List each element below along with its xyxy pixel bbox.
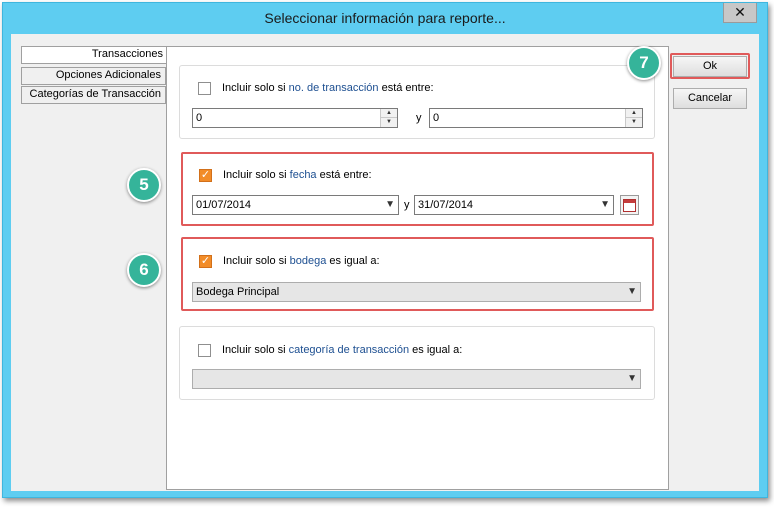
category-select[interactable]: ▼	[192, 369, 641, 389]
calendar-button[interactable]	[620, 195, 639, 215]
spin-arrows-icon[interactable]: ▲ ▼	[380, 109, 397, 127]
transaction-number-checkbox[interactable]	[198, 82, 211, 95]
callout-badge-5: 5	[127, 168, 161, 202]
transaction-from-value: 0	[196, 112, 203, 124]
date-to-value: 31/07/2014	[418, 199, 474, 211]
transaction-from-stepper[interactable]: 0 ▲ ▼	[192, 108, 398, 128]
transaction-conjunction: y	[416, 112, 422, 124]
transaction-number-label: Incluir solo si no. de transacción está …	[222, 82, 434, 94]
category-group: Incluir solo si categoría de transacción…	[179, 326, 655, 400]
spin-arrows-icon[interactable]: ▲ ▼	[625, 109, 642, 127]
transaction-number-group: Incluir solo si no. de transacción está …	[179, 65, 655, 139]
transaction-to-value: 0	[433, 112, 440, 124]
ok-button[interactable]: Ok	[673, 56, 747, 77]
date-checkbox[interactable]: ✓	[199, 169, 212, 182]
category-label: Incluir solo si categoría de transacción…	[222, 344, 463, 356]
tab-categorias-transaccion[interactable]: Categorías de Transacción	[21, 86, 166, 104]
date-conjunction: y	[404, 199, 410, 211]
calendar-icon	[623, 198, 636, 212]
warehouse-select[interactable]: Bodega Principal ▼	[192, 282, 641, 302]
cancel-button[interactable]: Cancelar	[673, 88, 747, 109]
chevron-down-icon[interactable]: ▼	[600, 199, 610, 210]
transacciones-panel: Incluir solo si no. de transacción está …	[166, 46, 669, 490]
warehouse-label: Incluir solo si bodega es igual a:	[223, 255, 380, 267]
dialog-body: Transacciones Opciones Adicionales Categ…	[11, 34, 759, 491]
warehouse-group: ✓ Incluir solo si bodega es igual a: Bod…	[181, 237, 654, 311]
date-to-picker[interactable]: 31/07/2014 ▼	[414, 195, 614, 215]
check-icon: ✓	[200, 169, 211, 181]
warehouse-checkbox[interactable]: ✓	[199, 255, 212, 268]
chevron-down-icon[interactable]: ▼	[385, 199, 395, 210]
tab-transacciones[interactable]: Transacciones	[21, 46, 167, 64]
callout-badge-7: 7	[627, 46, 661, 80]
chevron-down-icon[interactable]: ▼	[627, 373, 637, 384]
date-group: ✓ Incluir solo si fecha está entre: 01/0…	[181, 152, 654, 226]
callout-badge-6: 6	[127, 253, 161, 287]
transaction-to-stepper[interactable]: 0 ▲ ▼	[429, 108, 643, 128]
category-checkbox[interactable]	[198, 344, 211, 357]
window-title: Seleccionar información para reporte...	[264, 10, 506, 26]
date-from-value: 01/07/2014	[196, 199, 252, 211]
date-label: Incluir solo si fecha está entre:	[223, 169, 372, 181]
close-button[interactable]: ✕	[723, 3, 757, 23]
chevron-down-icon[interactable]: ▼	[627, 286, 637, 297]
close-icon: ✕	[734, 4, 746, 20]
date-from-picker[interactable]: 01/07/2014 ▼	[192, 195, 399, 215]
check-icon: ✓	[200, 255, 211, 267]
title-bar[interactable]: Seleccionar información para reporte... …	[3, 3, 767, 33]
warehouse-value: Bodega Principal	[196, 286, 280, 298]
tab-opciones-adicionales[interactable]: Opciones Adicionales	[21, 67, 166, 85]
